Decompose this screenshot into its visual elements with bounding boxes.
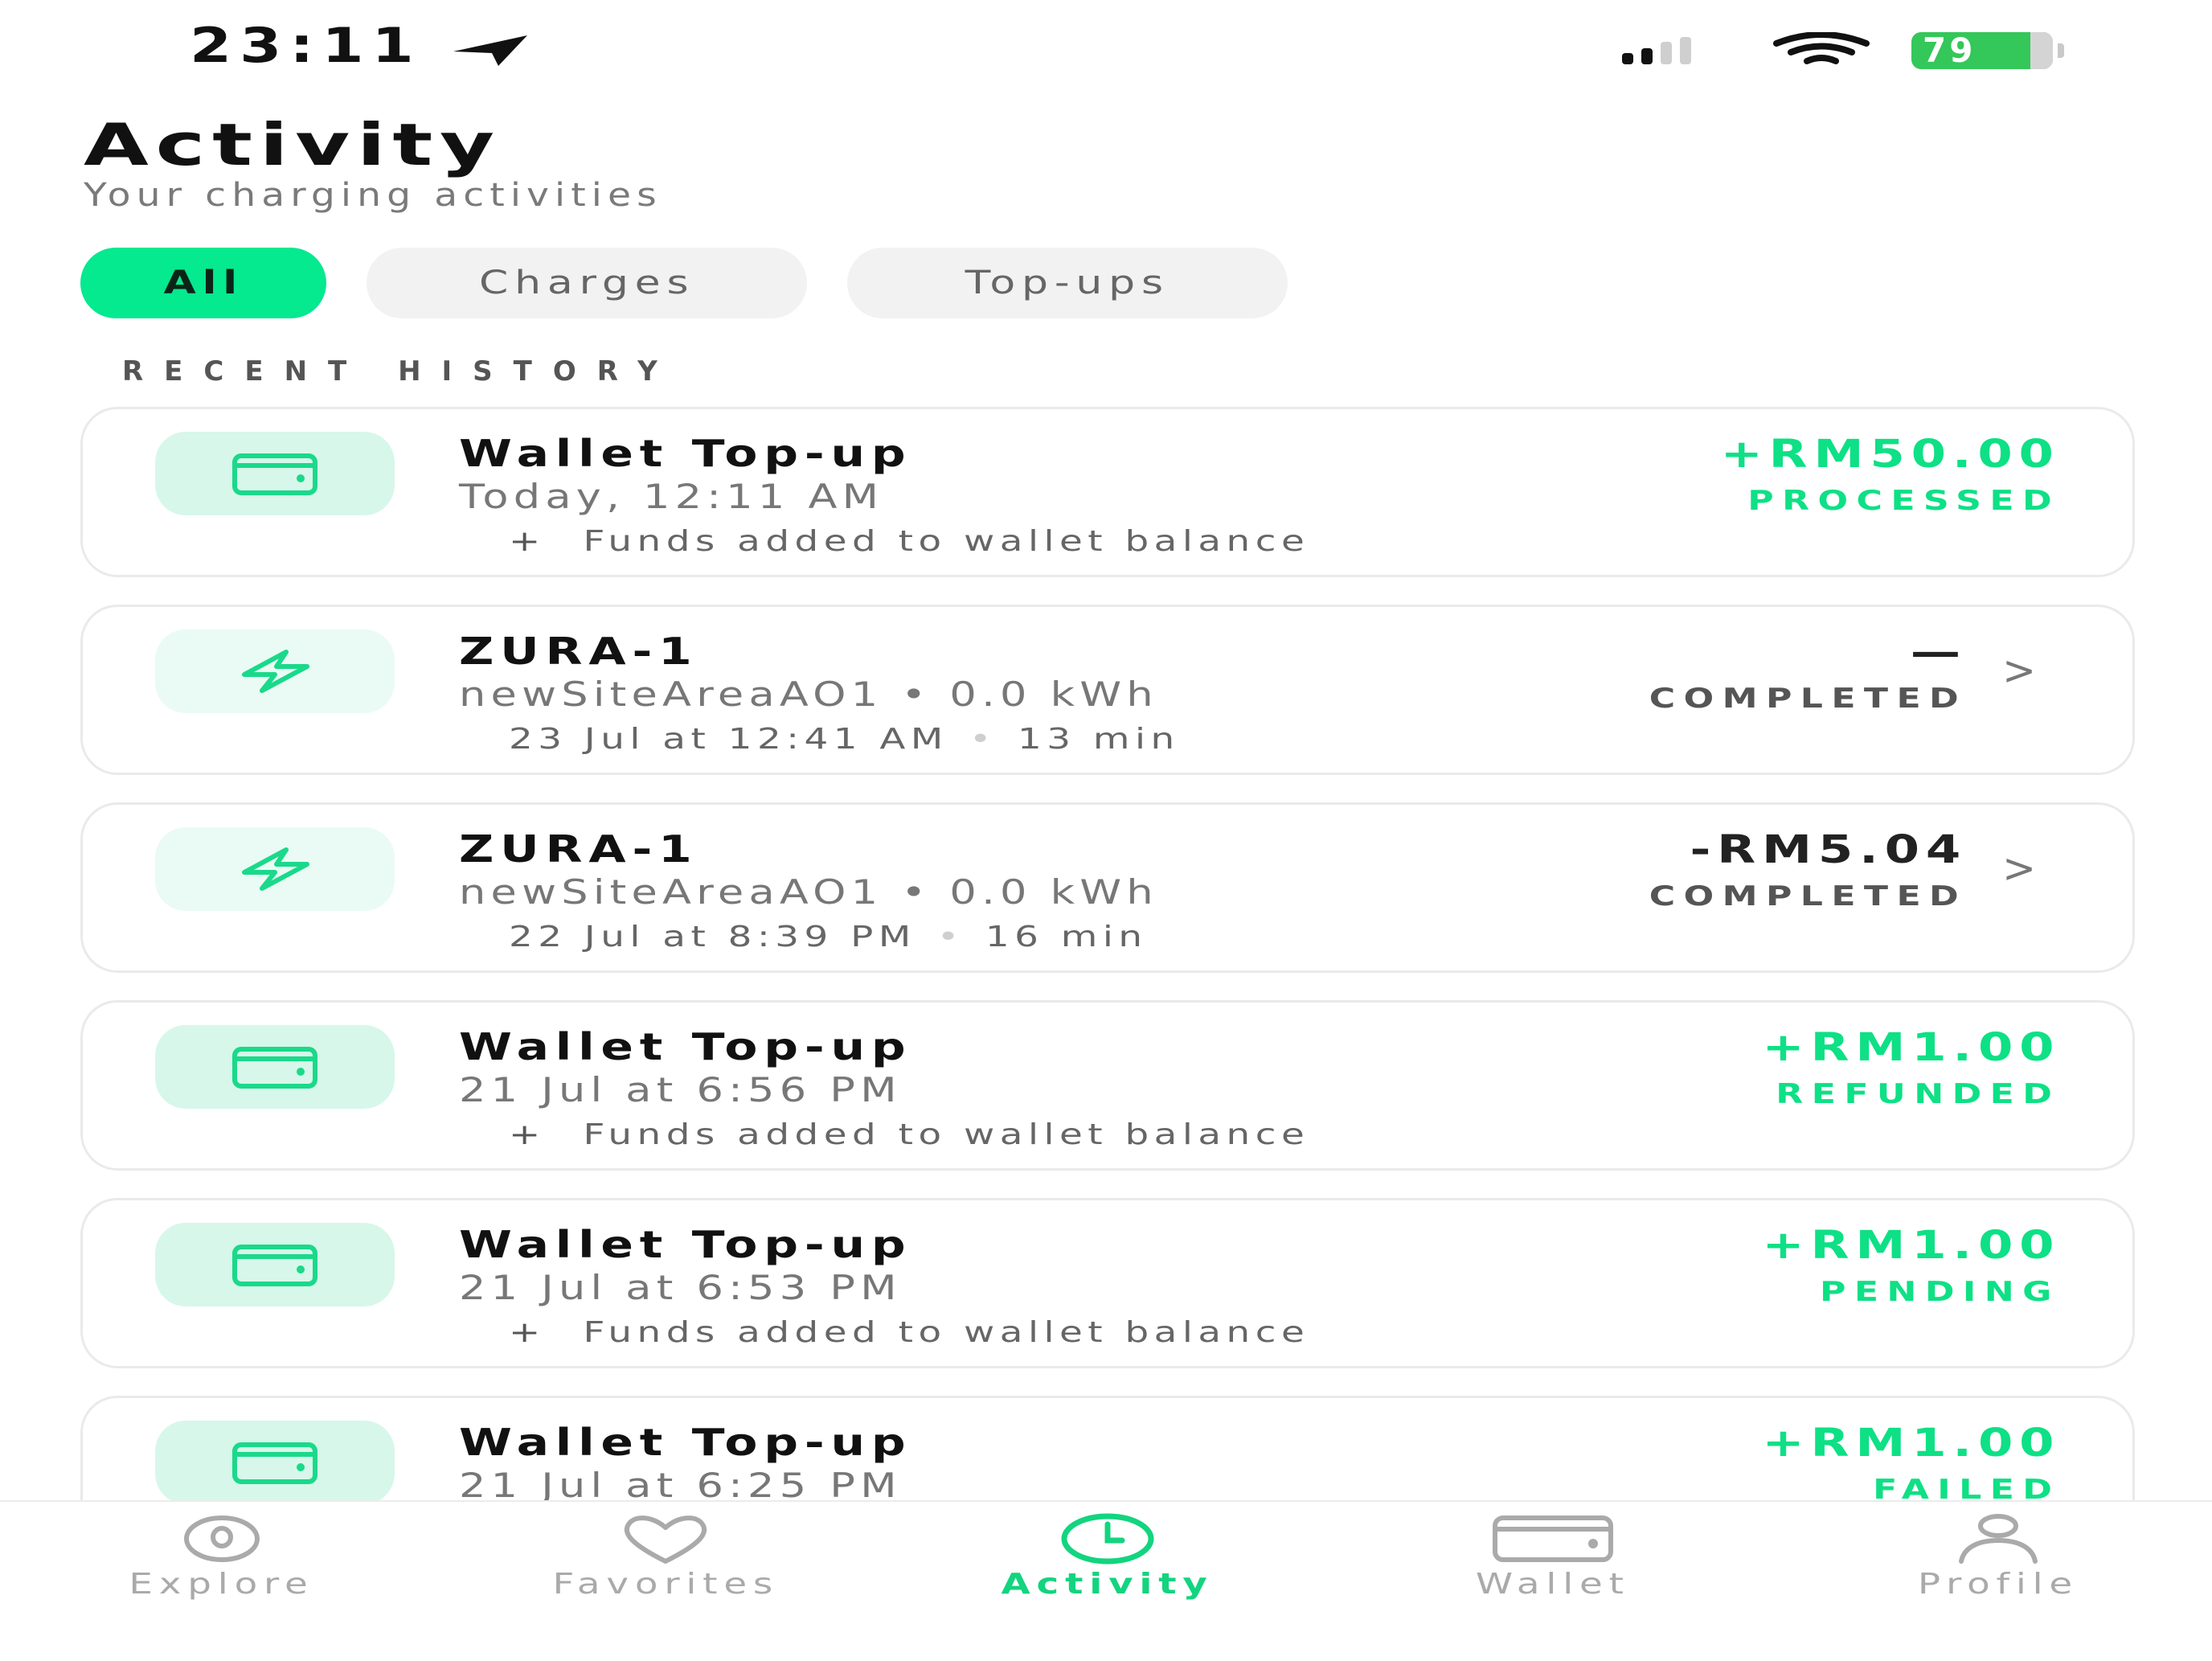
activity-date: 23 Jul at 12:41 AM <box>509 723 948 756</box>
location-arrow-icon <box>453 35 527 66</box>
activity-note: Funds added to wallet balance <box>583 1118 1310 1151</box>
activity-note-row: + Funds added to wallet balance <box>509 1316 1309 1349</box>
wallet-icon <box>232 1047 317 1089</box>
activity-date: 21 Jul at 6:25 PM <box>459 1466 902 1505</box>
tab-bar: Explore Favorites Activity Wallet Profil… <box>0 1500 2212 1661</box>
activity-status: PENDING <box>1820 1276 2060 1308</box>
cellular-signal-icon <box>1622 37 1691 64</box>
plus-icon: + <box>509 1118 546 1151</box>
activity-card-topup[interactable]: Wallet Top-up 21 Jul at 6:56 PM + Funds a… <box>80 1000 2135 1171</box>
wallet-icon <box>232 453 317 495</box>
chevron-right-icon[interactable]: > <box>2002 647 2036 694</box>
activity-card-topup[interactable]: Wallet Top-up 21 Jul at 6:53 PM + Funds a… <box>80 1198 2135 1368</box>
tab-favorites[interactable]: Favorites <box>505 1513 826 1601</box>
chevron-right-icon[interactable]: > <box>2002 845 2036 892</box>
activity-status: REFUNDED <box>1775 1078 2060 1110</box>
wifi-icon <box>1773 32 1870 64</box>
tab-activity[interactable]: Activity <box>947 1513 1268 1601</box>
activity-card-charge[interactable]: ZURA-1 newSiteAreaAO1 • 0.0 kWh 22 Jul a… <box>80 802 2135 973</box>
clock-icon <box>1061 1513 1154 1565</box>
activity-amount: +RM1.00 <box>1762 1025 2060 1070</box>
filter-topups[interactable]: Top-ups <box>847 248 1288 318</box>
heart-icon <box>624 1515 707 1564</box>
charge-badge <box>155 827 395 911</box>
activity-status: PROCESSED <box>1747 485 2060 517</box>
activity-title: ZURA-1 <box>459 630 698 673</box>
activity-amount: +RM1.00 <box>1762 1421 2060 1466</box>
page-subtitle: Your charging activities <box>84 177 662 214</box>
charge-badge <box>155 630 395 713</box>
wallet-badge <box>155 1223 395 1306</box>
filter-all[interactable]: All <box>80 248 326 318</box>
wallet-badge <box>155 1025 395 1109</box>
activity-title: Wallet Top-up <box>459 432 912 475</box>
activity-note-row: + Funds added to wallet balance <box>509 525 1309 558</box>
activity-date: Today, 12:11 AM <box>459 477 884 516</box>
battery-indicator: 79 <box>1911 31 2069 70</box>
activity-duration: 16 min <box>985 921 1148 954</box>
map-pin-icon <box>184 1515 260 1562</box>
activity-details: newSiteAreaAO1 • 0.0 kWh <box>459 872 1158 912</box>
activity-amount: — <box>1910 630 1967 675</box>
activity-status: COMPLETED <box>1649 880 1967 913</box>
activity-meta: 23 Jul at 12:41 AM • 13 min <box>509 723 1180 756</box>
activity-amount: +RM50.00 <box>1720 432 2060 477</box>
activity-note-row: + Funds added to wallet balance <box>509 1118 1309 1151</box>
lightning-icon <box>242 847 309 891</box>
tab-profile[interactable]: Profile <box>1837 1513 2159 1601</box>
lightning-icon <box>242 650 309 693</box>
wallet-badge <box>155 432 395 515</box>
wallet-badge <box>155 1421 395 1504</box>
activity-date: 22 Jul at 8:39 PM <box>509 921 916 954</box>
tab-explore[interactable]: Explore <box>61 1513 383 1601</box>
plus-icon: + <box>509 525 546 558</box>
activity-status: COMPLETED <box>1649 683 1967 715</box>
activity-details: newSiteAreaAO1 • 0.0 kWh <box>459 675 1158 714</box>
activity-date: 21 Jul at 6:56 PM <box>459 1070 902 1109</box>
status-time: 23:11 <box>190 18 422 74</box>
filter-charges[interactable]: Charges <box>367 248 807 318</box>
activity-card-charge[interactable]: ZURA-1 newSiteAreaAO1 • 0.0 kWh 23 Jul a… <box>80 605 2135 775</box>
activity-duration: 13 min <box>1017 723 1180 756</box>
activity-note: Funds added to wallet balance <box>583 525 1310 558</box>
battery-level: 79 <box>1923 31 1976 70</box>
activity-title: Wallet Top-up <box>459 1223 912 1266</box>
activity-card-topup[interactable]: Wallet Top-up Today, 12:11 AM + Funds add… <box>80 407 2135 577</box>
plus-icon: + <box>509 1316 546 1349</box>
activity-note: Funds added to wallet balance <box>583 1316 1310 1349</box>
activity-date: 21 Jul at 6:53 PM <box>459 1268 902 1307</box>
wallet-icon <box>232 1442 317 1484</box>
wallet-icon <box>232 1245 317 1286</box>
activity-amount: +RM1.00 <box>1762 1223 2060 1268</box>
page-title: Activity <box>84 111 502 178</box>
activity-meta: 22 Jul at 8:39 PM • 16 min <box>509 921 1148 954</box>
activity-amount: -RM5.04 <box>1690 827 1967 872</box>
activity-title: ZURA-1 <box>459 827 698 871</box>
tab-wallet[interactable]: Wallet <box>1392 1513 1714 1601</box>
section-heading: RECENT HISTORY <box>122 355 678 388</box>
activity-title: Wallet Top-up <box>459 1025 912 1068</box>
wallet-icon <box>1493 1515 1613 1562</box>
person-icon <box>1959 1514 2038 1564</box>
activity-title: Wallet Top-up <box>459 1421 912 1464</box>
